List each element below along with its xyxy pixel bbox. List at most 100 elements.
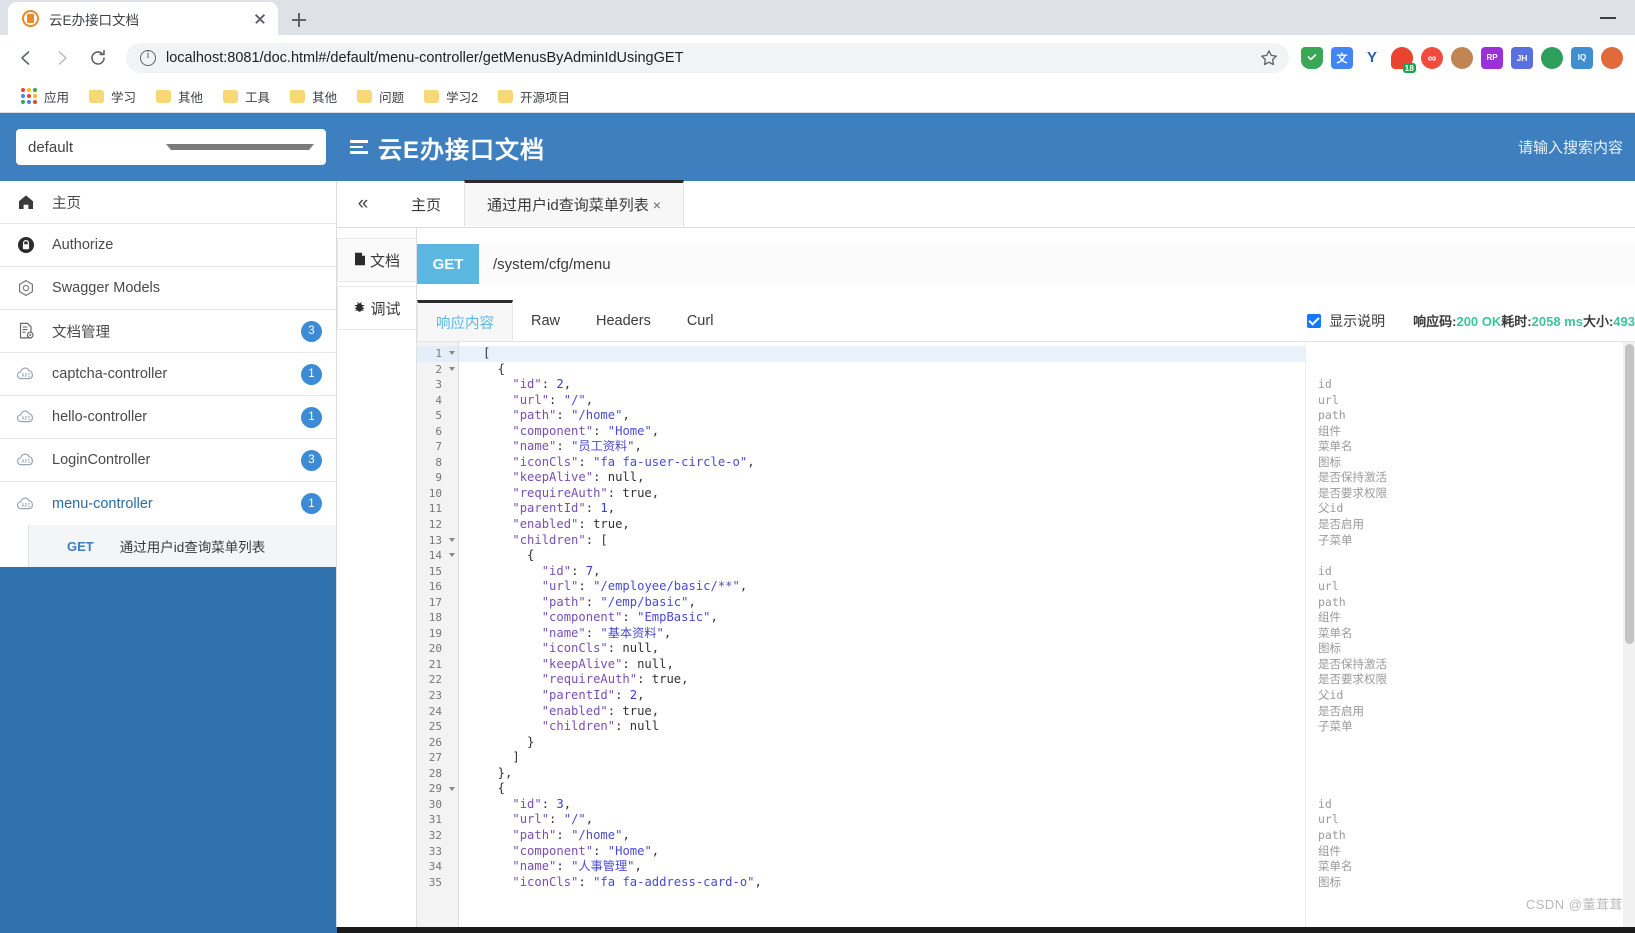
sidebar-api-row[interactable]: GET 通过用户id查询菜单列表 <box>28 525 336 568</box>
doc-tab-bar: « 主页 通过用户id查询菜单列表 × <box>337 180 1635 228</box>
close-icon[interactable] <box>250 9 270 29</box>
sidebar-item-home[interactable]: 主页 <box>0 181 336 224</box>
tab-debug[interactable]: 调试 <box>337 286 416 330</box>
code-line: "iconCls": "fa fa-address-card-o", <box>512 874 762 889</box>
infinity-icon[interactable]: ∞ <box>1421 46 1443 69</box>
response-tab-bar: 响应内容 Raw Headers Curl 显示说明 响应码:200 OK耗时:… <box>417 300 1635 342</box>
code-lines[interactable]: [ { "id": 2, "url": "/", "path": "/home"… <box>459 342 1305 933</box>
hamburger-icon[interactable] <box>350 140 368 154</box>
bookmark-folder-1[interactable]: 学习 <box>80 83 145 110</box>
address-bar[interactable]: localhost:8081/doc.html#/default/menu-co… <box>126 42 1289 73</box>
sidebar-item-login-controller[interactable]: API LoginController 3 <box>0 439 336 482</box>
forward-arrow-icon[interactable] <box>46 42 78 74</box>
line-number: 19 <box>428 626 442 640</box>
code-vertical-scrollbar[interactable] <box>1623 342 1635 933</box>
scrollbar-thumb[interactable] <box>1625 344 1634 644</box>
bookmark-star-icon[interactable] <box>1259 48 1279 68</box>
browser-tabstrip: 云E办接口文档 <box>0 0 1635 35</box>
browser-tab[interactable]: 云E办接口文档 <box>8 2 278 35</box>
collapse-left-icon[interactable]: « <box>337 181 389 227</box>
bookmark-label: 学习 <box>111 90 137 105</box>
fold-arrow-icon[interactable] <box>449 366 455 371</box>
sidebar-badge: 1 <box>301 406 322 428</box>
bookmark-folder-2[interactable]: 其他 <box>147 83 212 110</box>
rp-icon[interactable]: RP <box>1481 46 1503 69</box>
fold-arrow-icon[interactable] <box>449 351 455 356</box>
rtab-label: 响应内容 <box>436 315 494 332</box>
reload-icon[interactable] <box>82 42 114 74</box>
code-line: "component": "Home", <box>512 843 660 858</box>
tab-menu-query[interactable]: 通过用户id查询菜单列表 × <box>464 180 684 226</box>
sidebar-item-hello-controller[interactable]: API hello-controller 1 <box>0 396 336 439</box>
line-number: 33 <box>428 844 442 858</box>
sitemap-icon[interactable] <box>1601 46 1623 69</box>
code-line: "requireAuth": true, <box>541 672 689 687</box>
bookmark-folder-5[interactable]: 问题 <box>348 83 413 110</box>
code-line: "requireAuth": true, <box>512 485 660 500</box>
sidebar-item-label: 文档管理 <box>52 324 110 341</box>
reader-icon[interactable]: IQ <box>1571 46 1593 69</box>
code-line: "path": "/emp/basic", <box>541 594 696 609</box>
field-description: 组件 <box>1318 843 1341 858</box>
yandex-icon[interactable]: Y <box>1361 47 1383 69</box>
tab-headers[interactable]: Headers <box>578 300 669 341</box>
sidebar-background-fill <box>0 567 336 933</box>
fold-arrow-icon[interactable] <box>449 786 455 791</box>
response-code-viewer[interactable]: 1 2 3 4 5 6 7 8 9 10 11 12 13 14 15 16 17 18 19 20 21 22 23 24 2… <box>417 342 1635 933</box>
code-line: "name": "基本资料", <box>541 625 672 640</box>
bookmark-folder-6[interactable]: 学习2 <box>415 83 487 110</box>
environment-select[interactable]: default <box>16 129 326 165</box>
notification-badge-icon[interactable]: 18 <box>1391 46 1416 73</box>
minimize-window-button[interactable] <box>1599 8 1617 26</box>
globe-icon[interactable] <box>1541 46 1563 69</box>
field-description: 父id <box>1318 688 1344 703</box>
new-tab-button[interactable] <box>284 5 314 35</box>
app-page: default 云E办接口文档 请输入搜索内容 主页 Authorize Swa… <box>0 113 1635 933</box>
show-description-label: 显示说明 <box>1329 312 1386 329</box>
line-number: 13 <box>417 533 458 549</box>
fold-arrow-icon[interactable] <box>449 537 455 542</box>
line-number: 17 <box>428 595 442 609</box>
request-url-input[interactable]: /system/cfg/menu <box>479 244 1635 284</box>
page-favicon-icon <box>22 10 39 27</box>
tab-raw[interactable]: Raw <box>513 300 578 341</box>
sidebar-item-menu-controller[interactable]: API menu-controller 1 <box>0 482 336 525</box>
code-line: "id": 2, <box>512 377 572 392</box>
bookmark-folder-3[interactable]: 工具 <box>214 83 279 110</box>
close-icon[interactable]: × <box>653 197 661 213</box>
bookmark-folder-4[interactable]: 其他 <box>281 83 346 110</box>
show-description-checkbox[interactable]: 显示说明 <box>1307 311 1385 331</box>
line-number: 11 <box>428 502 442 516</box>
adblock-shield-icon[interactable] <box>1301 46 1323 69</box>
back-arrow-icon[interactable] <box>10 42 42 74</box>
line-number: 3 <box>435 378 442 392</box>
code-line: "keepAlive": null, <box>541 656 674 671</box>
document-icon <box>354 252 366 269</box>
bookmark-label: 学习2 <box>446 90 479 105</box>
code-line: "component": "EmpBasic", <box>541 610 718 625</box>
browser-window: 云E办接口文档 localhost:8081/doc.html#/default… <box>0 0 1635 933</box>
code-line: "parentId": 1, <box>512 501 616 516</box>
tab-home[interactable]: 主页 <box>389 181 464 227</box>
sidebar-item-label: menu-controller <box>52 495 153 512</box>
site-info-icon[interactable] <box>140 49 156 66</box>
sidebar-item-authorize[interactable]: Authorize <box>0 224 336 267</box>
jh-icon[interactable]: JH <box>1511 46 1533 69</box>
bookmark-folder-7[interactable]: 开源项目 <box>489 83 579 110</box>
search-input[interactable]: 请输入搜索内容 <box>1518 137 1623 158</box>
tab-response-body[interactable]: 响应内容 <box>417 300 513 341</box>
sidebar-item-label: Authorize <box>52 237 114 253</box>
tab-curl[interactable]: Curl <box>669 300 732 341</box>
bookmark-apps[interactable]: 应用 <box>12 83 78 110</box>
sidebar-item-swagger-models[interactable]: Swagger Models <box>0 267 336 310</box>
translate-icon[interactable]: 文 <box>1331 46 1353 69</box>
sidebar-item-captcha-controller[interactable]: API captcha-controller 1 <box>0 353 336 396</box>
fold-arrow-icon[interactable] <box>449 553 455 558</box>
sidebar-item-doc-management[interactable]: 文档管理 3 <box>0 310 336 353</box>
bottom-accent-bar <box>0 927 1635 933</box>
field-description: path <box>1318 408 1346 423</box>
tab-document[interactable]: 文档 <box>337 238 416 282</box>
monkey-icon[interactable] <box>1451 46 1473 69</box>
line-number: 7 <box>435 440 442 454</box>
field-description: 是否要求权限 <box>1318 485 1387 500</box>
